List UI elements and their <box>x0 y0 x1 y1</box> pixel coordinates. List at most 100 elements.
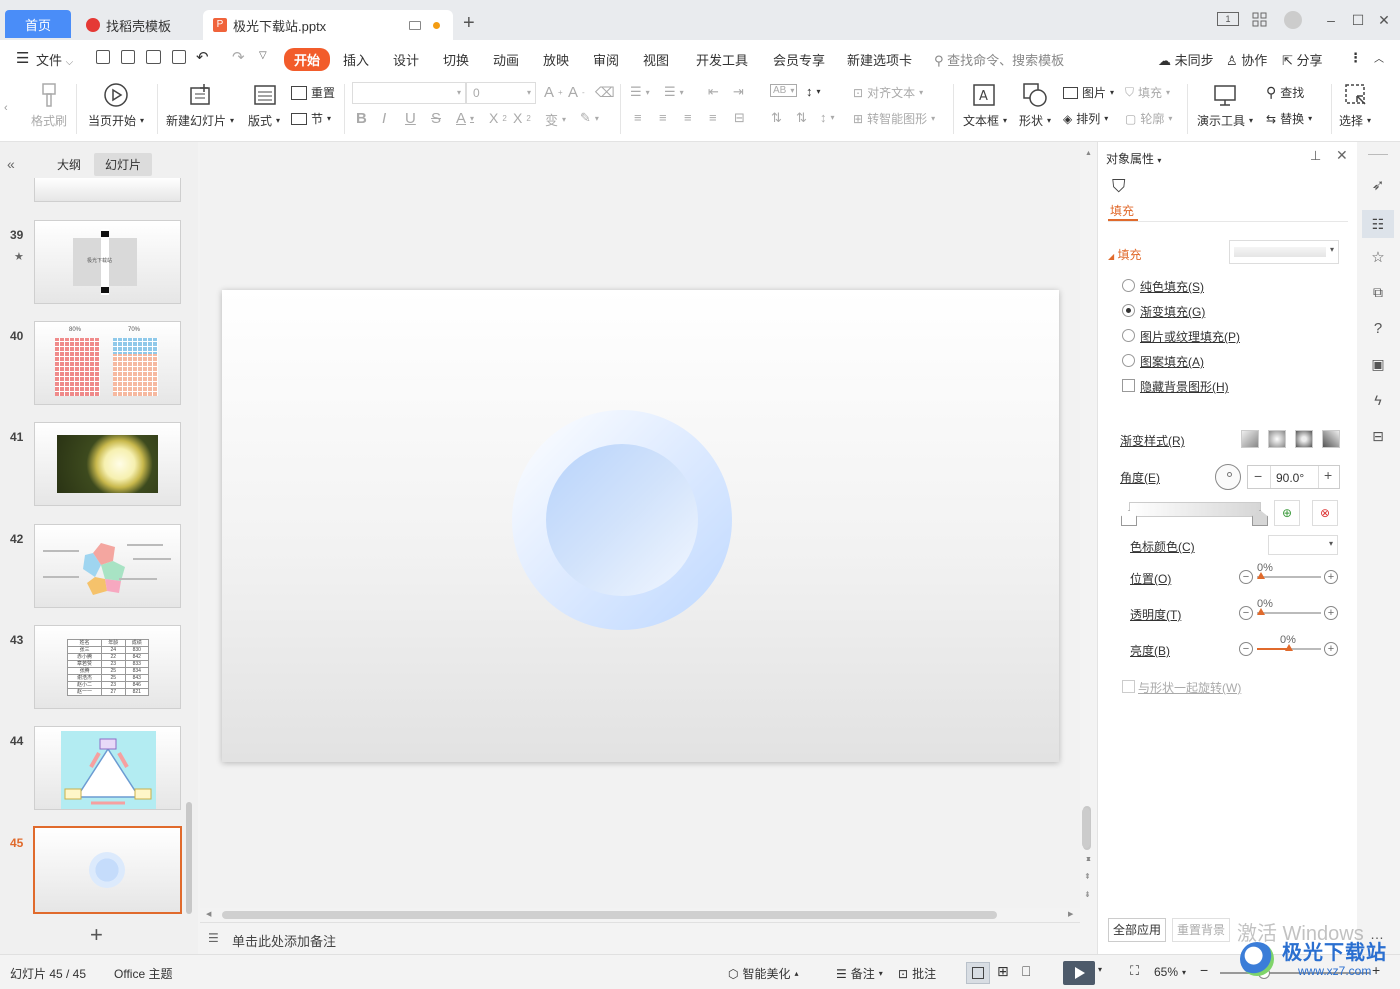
rocket-icon[interactable]: ➶ <box>1368 176 1388 196</box>
angle-value[interactable]: 90.0° <box>1276 471 1304 485</box>
menu-animation[interactable]: 动画 <box>493 50 519 69</box>
command-search[interactable]: ⚲ 查找命令、搜索模板 <box>934 50 1064 69</box>
superscript-icon[interactable]: X2 <box>489 110 507 126</box>
pin-icon[interactable]: ⊥ <box>1310 148 1321 164</box>
font-color-icon[interactable]: A ▾ <box>456 110 474 127</box>
tab-slides[interactable]: 幻灯片 <box>94 153 153 176</box>
close-window-icon[interactable]: ✕ <box>1376 12 1392 28</box>
replace-button[interactable]: ⇆ 替换 ▾ <box>1266 110 1312 127</box>
prev-slide-icon[interactable]: ⇞ <box>1084 872 1091 881</box>
slide-thumbnail-43[interactable]: 姓名 年龄 成绩 张三 24 830 赤小腾 22 842 章若赞 23 833 张腾 25 834 谢浩杰 2… <box>34 625 181 709</box>
tab-home[interactable]: 首页 <box>5 10 71 38</box>
line-spacing-icon[interactable]: ↕ ▾ <box>820 110 835 125</box>
font-size-select[interactable]: 0 ▾ <box>466 82 536 104</box>
collapse-panel-icon[interactable]: « <box>7 156 15 172</box>
book-search-icon[interactable]: ⊟ <box>1368 428 1388 448</box>
align-left-icon[interactable]: ≡ <box>634 110 642 125</box>
checkbox-rotate-with-shape[interactable] <box>1122 680 1135 693</box>
reset-background-button[interactable]: 重置背景 <box>1172 918 1230 942</box>
print-icon[interactable] <box>146 50 161 64</box>
slide-thumbnail-41[interactable] <box>34 422 181 506</box>
print-preview-icon[interactable] <box>172 50 186 64</box>
close-panel-icon[interactable]: ✕ <box>1336 147 1348 164</box>
play-options-dropdown-icon[interactable]: ▾ <box>1098 965 1102 974</box>
picture-button[interactable]: 图片 ▾ <box>1063 84 1114 101</box>
inner-circle-shape[interactable] <box>546 444 698 596</box>
outline-button[interactable]: ▢ 轮廓 ▾ <box>1125 110 1172 127</box>
remove-stop-button[interactable]: ⊗ <box>1312 500 1338 526</box>
menu-file[interactable]: 文件 ⌵ <box>36 50 73 69</box>
radio-pattern-fill[interactable] <box>1122 354 1135 367</box>
bold-icon[interactable]: B <box>356 110 367 127</box>
right-panel-scroll-up-icon[interactable]: ▲ <box>1085 150 1092 157</box>
subscript-icon[interactable]: X2 <box>513 110 531 126</box>
slide-thumbnail-45[interactable] <box>33 826 182 914</box>
quick-access-dropdown-icon[interactable]: ▽ <box>259 50 267 61</box>
notes-toggle-button[interactable]: ☰ 备注 ▾ <box>836 965 883 982</box>
layout-button[interactable]: 版式 ▾ <box>248 112 280 129</box>
gradient-style-radial[interactable] <box>1268 430 1286 448</box>
distribute-icon[interactable]: ⊟ <box>734 110 745 126</box>
menu-slideshow[interactable]: 放映 <box>543 50 569 69</box>
export-pdf-icon[interactable] <box>121 50 135 64</box>
beautify-button[interactable]: ⬡ 智能美化 ▴ <box>728 965 799 982</box>
play-from-current-button[interactable]: 当页开始 ▾ <box>88 112 144 129</box>
ribbon-scroll-left-icon[interactable]: ‹ <box>4 102 8 114</box>
radio-solid-fill[interactable] <box>1122 279 1135 292</box>
radio-picture-fill[interactable] <box>1122 329 1135 342</box>
zoom-level[interactable]: 65% ▾ <box>1154 965 1186 979</box>
slide-thumbnail-39[interactable]: 极光下载站 <box>34 220 181 304</box>
gradient-style-rect[interactable] <box>1295 430 1313 448</box>
angle-stepper[interactable]: − 90.0° + <box>1247 465 1340 489</box>
justify-icon[interactable]: ≡ <box>709 110 717 125</box>
right-panel-scroll-down-icon[interactable]: ▼ <box>1085 856 1092 863</box>
star-icon[interactable]: ☆ <box>1368 248 1388 268</box>
shape-button[interactable]: 形状 ▾ <box>1019 112 1051 129</box>
gradient-style-linear[interactable] <box>1241 430 1259 448</box>
help-icon[interactable]: ? <box>1368 320 1388 340</box>
tab-daoke-templates[interactable]: 找稻壳模板 <box>76 10 200 40</box>
text-direction-icon[interactable]: AB ▾ <box>770 84 798 97</box>
undo-icon[interactable]: ↶ <box>196 48 209 66</box>
reset-button[interactable]: 重置 <box>291 84 335 101</box>
increase-font-icon[interactable]: A + <box>544 84 563 101</box>
canvas-hscroll[interactable] <box>222 911 997 919</box>
underline-icon[interactable]: U <box>405 110 416 127</box>
fit-window-icon[interactable]: ⛶ <box>1130 963 1139 979</box>
slide-thumbnail-44[interactable] <box>34 726 181 810</box>
angle-dial[interactable] <box>1215 464 1241 490</box>
menu-design[interactable]: 设计 <box>393 50 419 69</box>
notes-area[interactable]: ☰ 单击此处添加备注 <box>200 922 1080 954</box>
position-plus-icon[interactable]: + <box>1324 570 1338 584</box>
save-icon[interactable] <box>96 50 110 64</box>
slides-switch-icon[interactable]: ⧉ <box>1368 284 1388 304</box>
collapse-ribbon-icon[interactable]: ︿ <box>1374 50 1384 65</box>
normal-view-icon[interactable] <box>966 962 990 984</box>
present-tools-button[interactable]: 演示工具 ▾ <box>1197 112 1253 129</box>
align-right-icon[interactable]: ≡ <box>684 110 692 125</box>
gradient-bar[interactable] <box>1129 502 1261 517</box>
align-center-icon[interactable]: ≡ <box>659 110 667 125</box>
minimize-icon[interactable]: – <box>1323 12 1339 28</box>
monitor-icon[interactable] <box>409 20 421 30</box>
current-slide[interactable] <box>222 290 1059 762</box>
add-slide-plus-icon[interactable]: + <box>90 922 103 948</box>
find-button[interactable]: ⚲ 查找 <box>1266 84 1304 101</box>
maximize-icon[interactable]: ☐ <box>1350 12 1366 28</box>
add-stop-button[interactable]: ⊕ <box>1274 500 1300 526</box>
brightness-minus-icon[interactable]: − <box>1239 642 1253 656</box>
position-slider[interactable] <box>1257 576 1321 578</box>
transparency-plus-icon[interactable]: + <box>1324 606 1338 620</box>
angle-plus-button[interactable]: + <box>1324 467 1332 483</box>
collab-button[interactable]: ♙ 协作 <box>1226 50 1267 69</box>
phonetic-icon[interactable]: 变 ▾ <box>545 110 566 129</box>
right-panel-scrollbar[interactable] <box>1082 808 1090 848</box>
slide-thumbnail-38[interactable] <box>34 178 181 202</box>
zoom-out-icon[interactable]: − <box>1200 962 1208 978</box>
properties-sliders-icon[interactable]: ☷ <box>1362 210 1394 238</box>
columns-icon[interactable]: ⇅ <box>796 110 807 126</box>
tab-document[interactable]: P 极光下载站.pptx <box>203 10 453 40</box>
reading-view-icon[interactable]: ⎕ <box>1022 963 1030 980</box>
panel-scrollbar[interactable] <box>186 802 192 914</box>
play-slideshow-button[interactable] <box>1063 961 1095 985</box>
